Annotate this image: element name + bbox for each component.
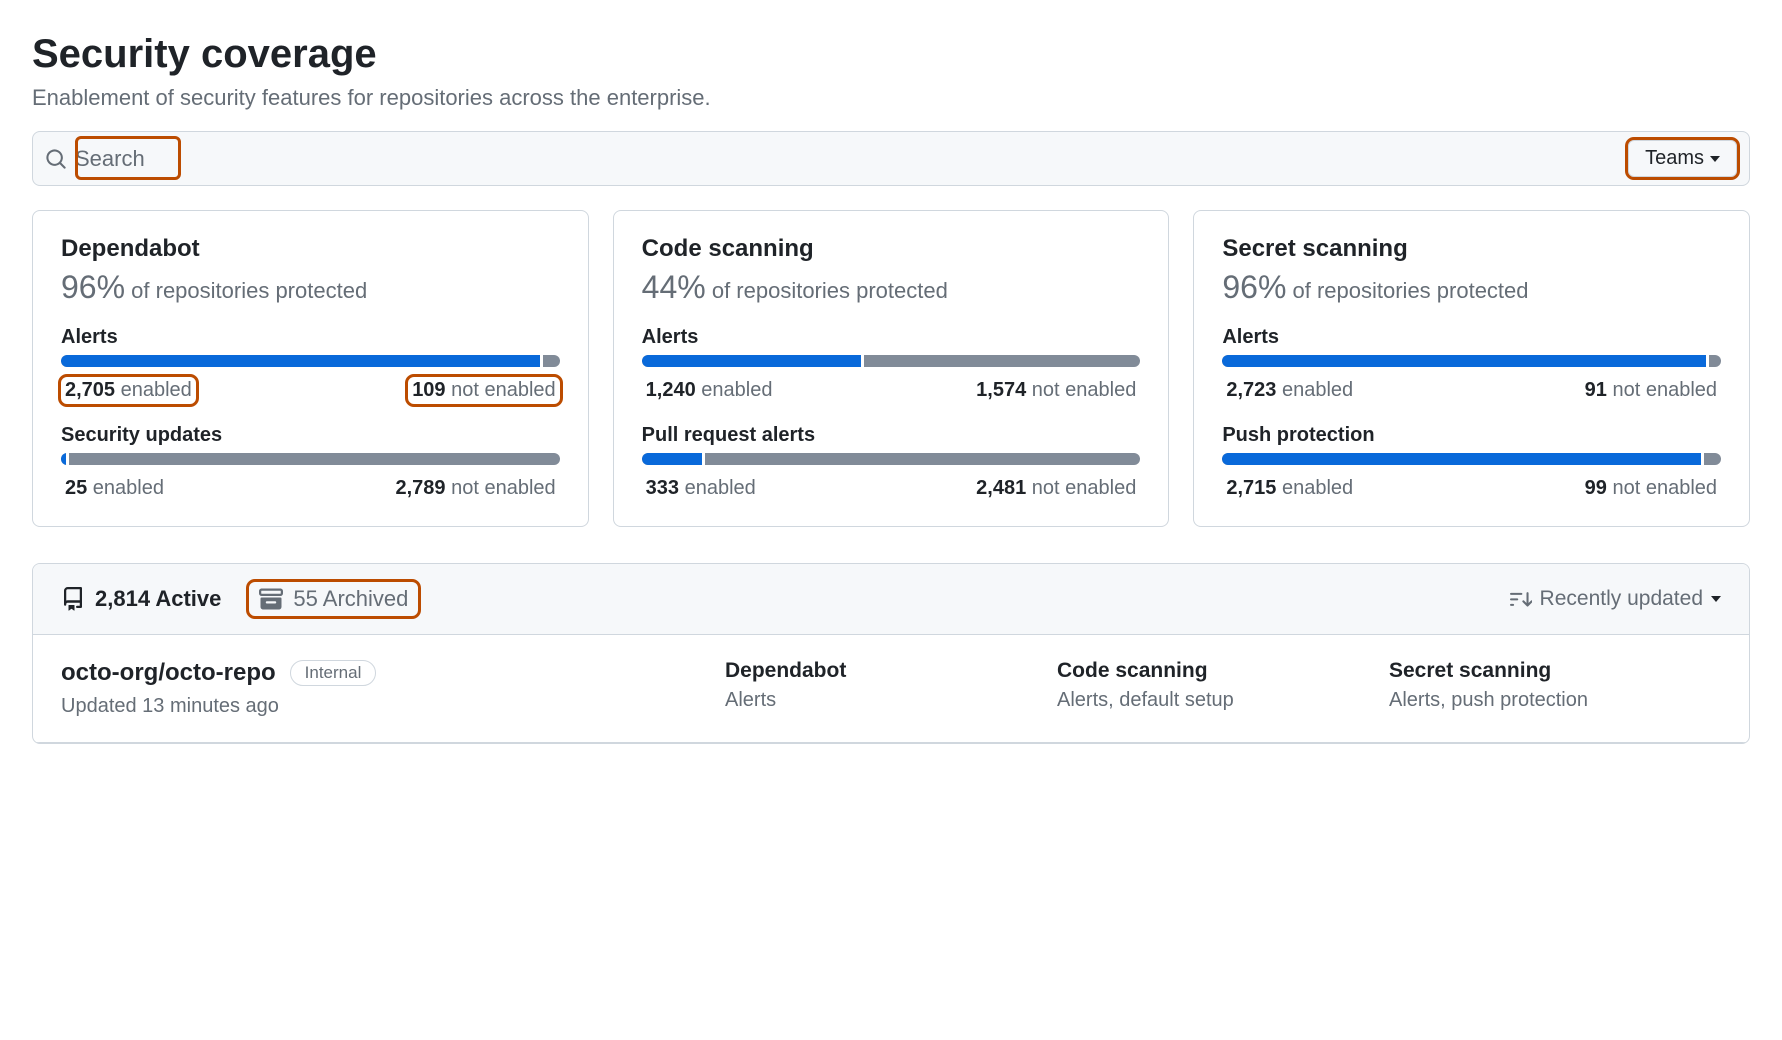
caret-down-icon (1711, 596, 1721, 602)
enabled-stat[interactable]: 25 enabled (61, 475, 168, 502)
feature-label: Alerts (1222, 326, 1721, 349)
search-input[interactable] (75, 146, 1616, 172)
search-icon (45, 148, 67, 170)
feature-label: Alerts (642, 326, 1141, 349)
repo-feature-title: Dependabot (725, 659, 1057, 683)
card-pct-row: 96% of repositories protected (61, 269, 560, 306)
archived-count: 55 (293, 586, 317, 611)
archive-icon (259, 587, 283, 611)
progress-bar (61, 355, 560, 367)
progress-bar (642, 355, 1141, 367)
search-bar: Teams (32, 131, 1750, 186)
progress-bar (642, 453, 1141, 465)
repo-row[interactable]: octo-org/octo-repo Internal Updated 13 m… (33, 635, 1749, 743)
repo-feature-col: Secret scanning Alerts, push protection (1389, 659, 1721, 712)
not-enabled-stat[interactable]: 91 not enabled (1581, 377, 1721, 404)
repository-list: 2,814 Active 55 Archived Recently update… (32, 563, 1750, 744)
progress-bar-fill (642, 355, 861, 367)
feature-label: Security updates (61, 424, 560, 447)
card-pct: 96% (61, 269, 125, 305)
progress-bar-gap (1706, 355, 1709, 367)
teams-button-label: Teams (1645, 147, 1704, 170)
progress-bar-gap (702, 453, 705, 465)
visibility-badge: Internal (290, 660, 377, 686)
repo-feature-title: Code scanning (1057, 659, 1389, 683)
repo-list-header: 2,814 Active 55 Archived Recently update… (33, 564, 1749, 635)
not-enabled-stat[interactable]: 2,789 not enabled (392, 475, 560, 502)
teams-filter-button[interactable]: Teams (1628, 140, 1737, 177)
card-title: Dependabot (61, 235, 560, 263)
enabled-stat[interactable]: 2,705 enabled (61, 377, 196, 404)
page-subtitle: Enablement of security features for repo… (32, 85, 1750, 111)
stat-row: 1,240 enabled 1,574 not enabled (642, 377, 1141, 404)
sort-icon (1510, 588, 1532, 610)
feature-label: Alerts (61, 326, 560, 349)
stat-row: 333 enabled 2,481 not enabled (642, 475, 1141, 502)
card-pct-row: 44% of repositories protected (642, 269, 1141, 306)
repo-feature-sub: Alerts, push protection (1389, 689, 1721, 712)
feature-label: Push protection (1222, 424, 1721, 447)
caret-down-icon (1710, 156, 1720, 162)
progress-bar-gap (66, 453, 69, 465)
progress-bar-gap (861, 355, 864, 367)
card-pct-row: 96% of repositories protected (1222, 269, 1721, 306)
repo-updated: Updated 13 minutes ago (61, 695, 725, 718)
progress-bar (1222, 355, 1721, 367)
repo-feature-sub: Alerts, default setup (1057, 689, 1389, 712)
not-enabled-stat[interactable]: 109 not enabled (408, 377, 559, 404)
active-label: Active (155, 586, 221, 611)
stat-row: 2,705 enabled 109 not enabled (61, 377, 560, 404)
page-title: Security coverage (32, 32, 1750, 77)
progress-bar-fill (1222, 453, 1701, 465)
repo-feature-col: Dependabot Alerts (725, 659, 1057, 712)
progress-bar-fill (1222, 355, 1706, 367)
repo-feature-col: Code scanning Alerts, default setup (1057, 659, 1389, 712)
archived-label: Archived (323, 586, 409, 611)
progress-bar-gap (540, 355, 543, 367)
enabled-stat[interactable]: 2,715 enabled (1222, 475, 1357, 502)
progress-bar-fill (61, 355, 540, 367)
enabled-stat[interactable]: 333 enabled (642, 475, 760, 502)
sort-dropdown[interactable]: Recently updated (1510, 587, 1721, 611)
coverage-card: Dependabot 96% of repositories protected… (32, 210, 589, 527)
feature-label: Pull request alerts (642, 424, 1141, 447)
card-title: Secret scanning (1222, 235, 1721, 263)
enabled-stat[interactable]: 2,723 enabled (1222, 377, 1357, 404)
active-count: 2,814 (95, 586, 150, 611)
card-pct: 44% (642, 269, 706, 305)
stat-row: 2,715 enabled 99 not enabled (1222, 475, 1721, 502)
stat-row: 25 enabled 2,789 not enabled (61, 475, 560, 502)
tab-active[interactable]: 2,814 Active (61, 586, 221, 612)
repo-feature-title: Secret scanning (1389, 659, 1721, 683)
repo-icon (61, 587, 85, 611)
repo-name[interactable]: octo-org/octo-repo Internal (61, 659, 725, 687)
not-enabled-stat[interactable]: 1,574 not enabled (972, 377, 1140, 404)
enabled-stat[interactable]: 1,240 enabled (642, 377, 777, 404)
not-enabled-stat[interactable]: 99 not enabled (1581, 475, 1721, 502)
progress-bar (1222, 453, 1721, 465)
card-title: Code scanning (642, 235, 1141, 263)
not-enabled-stat[interactable]: 2,481 not enabled (972, 475, 1140, 502)
tab-archived[interactable]: 55 Archived (249, 582, 418, 616)
coverage-card: Code scanning 44% of repositories protec… (613, 210, 1170, 527)
card-pct: 96% (1222, 269, 1286, 305)
repo-feature-sub: Alerts (725, 689, 1057, 712)
progress-bar (61, 453, 560, 465)
stat-row: 2,723 enabled 91 not enabled (1222, 377, 1721, 404)
coverage-card: Secret scanning 96% of repositories prot… (1193, 210, 1750, 527)
sort-label: Recently updated (1540, 587, 1703, 611)
progress-bar-fill (642, 453, 702, 465)
progress-bar-gap (1701, 453, 1704, 465)
